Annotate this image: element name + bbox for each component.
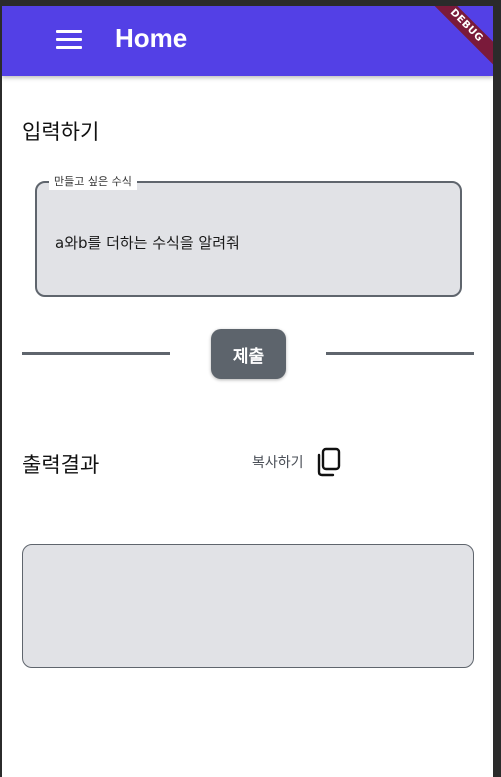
formula-request-label: 만들고 싶은 수식: [49, 174, 137, 190]
formula-request-value[interactable]: a와b를 더하는 수식을 알려줘: [55, 232, 240, 253]
page-title: Home: [115, 23, 188, 53]
app-window: Home DEBUG 입력하기 만들고 싶은 수식 a와b를 더하는 수식을 알…: [2, 6, 493, 777]
input-section-title: 입력하기: [22, 120, 100, 144]
copy-icon[interactable]: [314, 447, 342, 477]
copy-label: 복사하기: [252, 455, 304, 471]
divider-right: [326, 352, 474, 355]
app-bar: Home: [2, 6, 493, 76]
hamburger-menu-icon[interactable]: [56, 30, 82, 50]
output-section-title: 출력결과: [22, 453, 100, 477]
formula-request-input[interactable]: 만들고 싶은 수식 a와b를 더하는 수식을 알려줘: [35, 174, 462, 297]
submit-button[interactable]: 제출: [211, 329, 286, 379]
copy-button[interactable]: 복사하기: [252, 446, 342, 478]
output-result-box: [22, 544, 474, 668]
divider-left: [22, 352, 170, 355]
